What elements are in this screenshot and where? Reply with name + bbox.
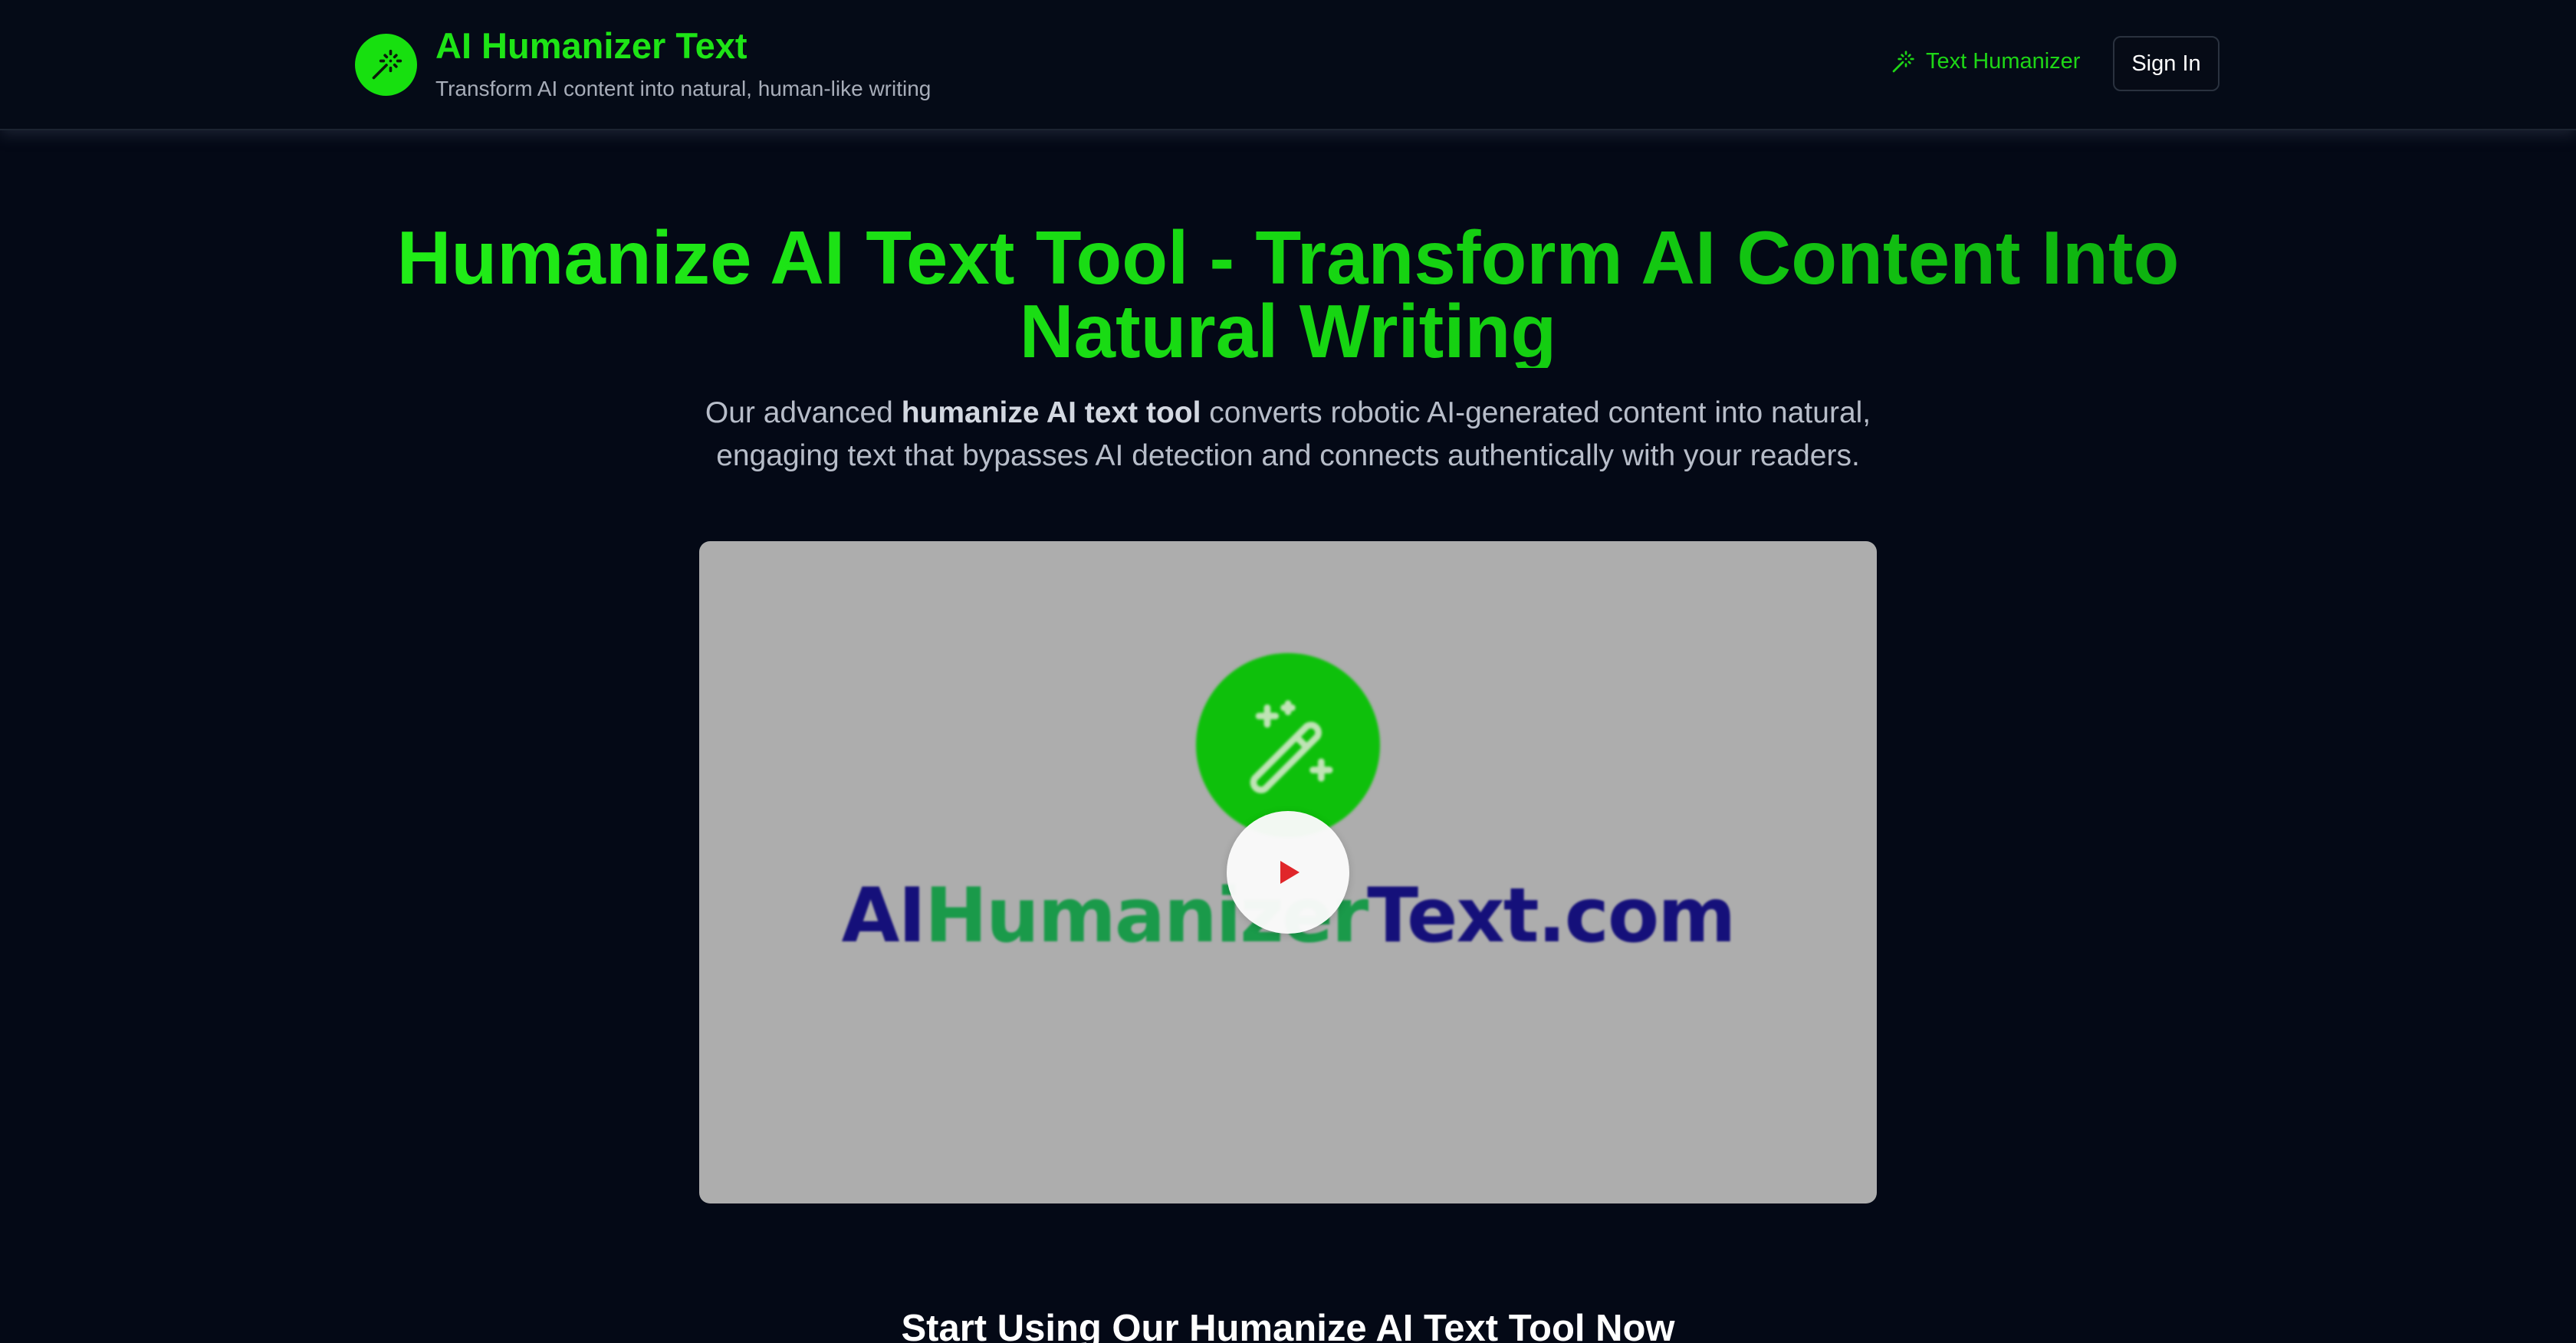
logo[interactable]: [355, 34, 417, 96]
brand-subtitle: Transform AI content into natural, human…: [435, 77, 932, 100]
video-logo: [1196, 653, 1380, 837]
magic-wand-icon: [372, 49, 402, 79]
brand-title[interactable]: AI Humanizer Text: [435, 25, 748, 67]
hero-desc-prefix: Our advanced: [705, 396, 902, 429]
magic-wand-icon: [1250, 700, 1333, 793]
hero-title: Humanize AI Text Tool - Transform AI Con…: [291, 220, 2285, 369]
play-icon: [1280, 861, 1300, 884]
wordmark-text-com: Text.com: [1367, 872, 1736, 960]
nav-link-label: Text Humanizer: [1926, 49, 2081, 74]
wordmark-ai: AI: [841, 872, 926, 960]
video-player[interactable]: AIHumanizerText.com: [699, 541, 1877, 1203]
page: AI Humanizer Text Transform AI content i…: [0, 0, 2576, 1343]
nav-text-humanizer-link[interactable]: Text Humanizer: [1891, 49, 2080, 74]
cta-heading: Start Using Our Humanize AI Text Tool No…: [901, 1307, 1675, 1343]
hero-description: Our advanced humanize AI text tool conve…: [675, 392, 1901, 478]
magic-wand-icon: [1892, 50, 1914, 72]
hero-desc-bold: humanize AI text tool: [901, 396, 1201, 429]
sign-in-button[interactable]: Sign In: [2113, 36, 2220, 91]
play-button[interactable]: [1227, 811, 1349, 934]
site-header: AI Humanizer Text Transform AI content i…: [0, 0, 2576, 130]
